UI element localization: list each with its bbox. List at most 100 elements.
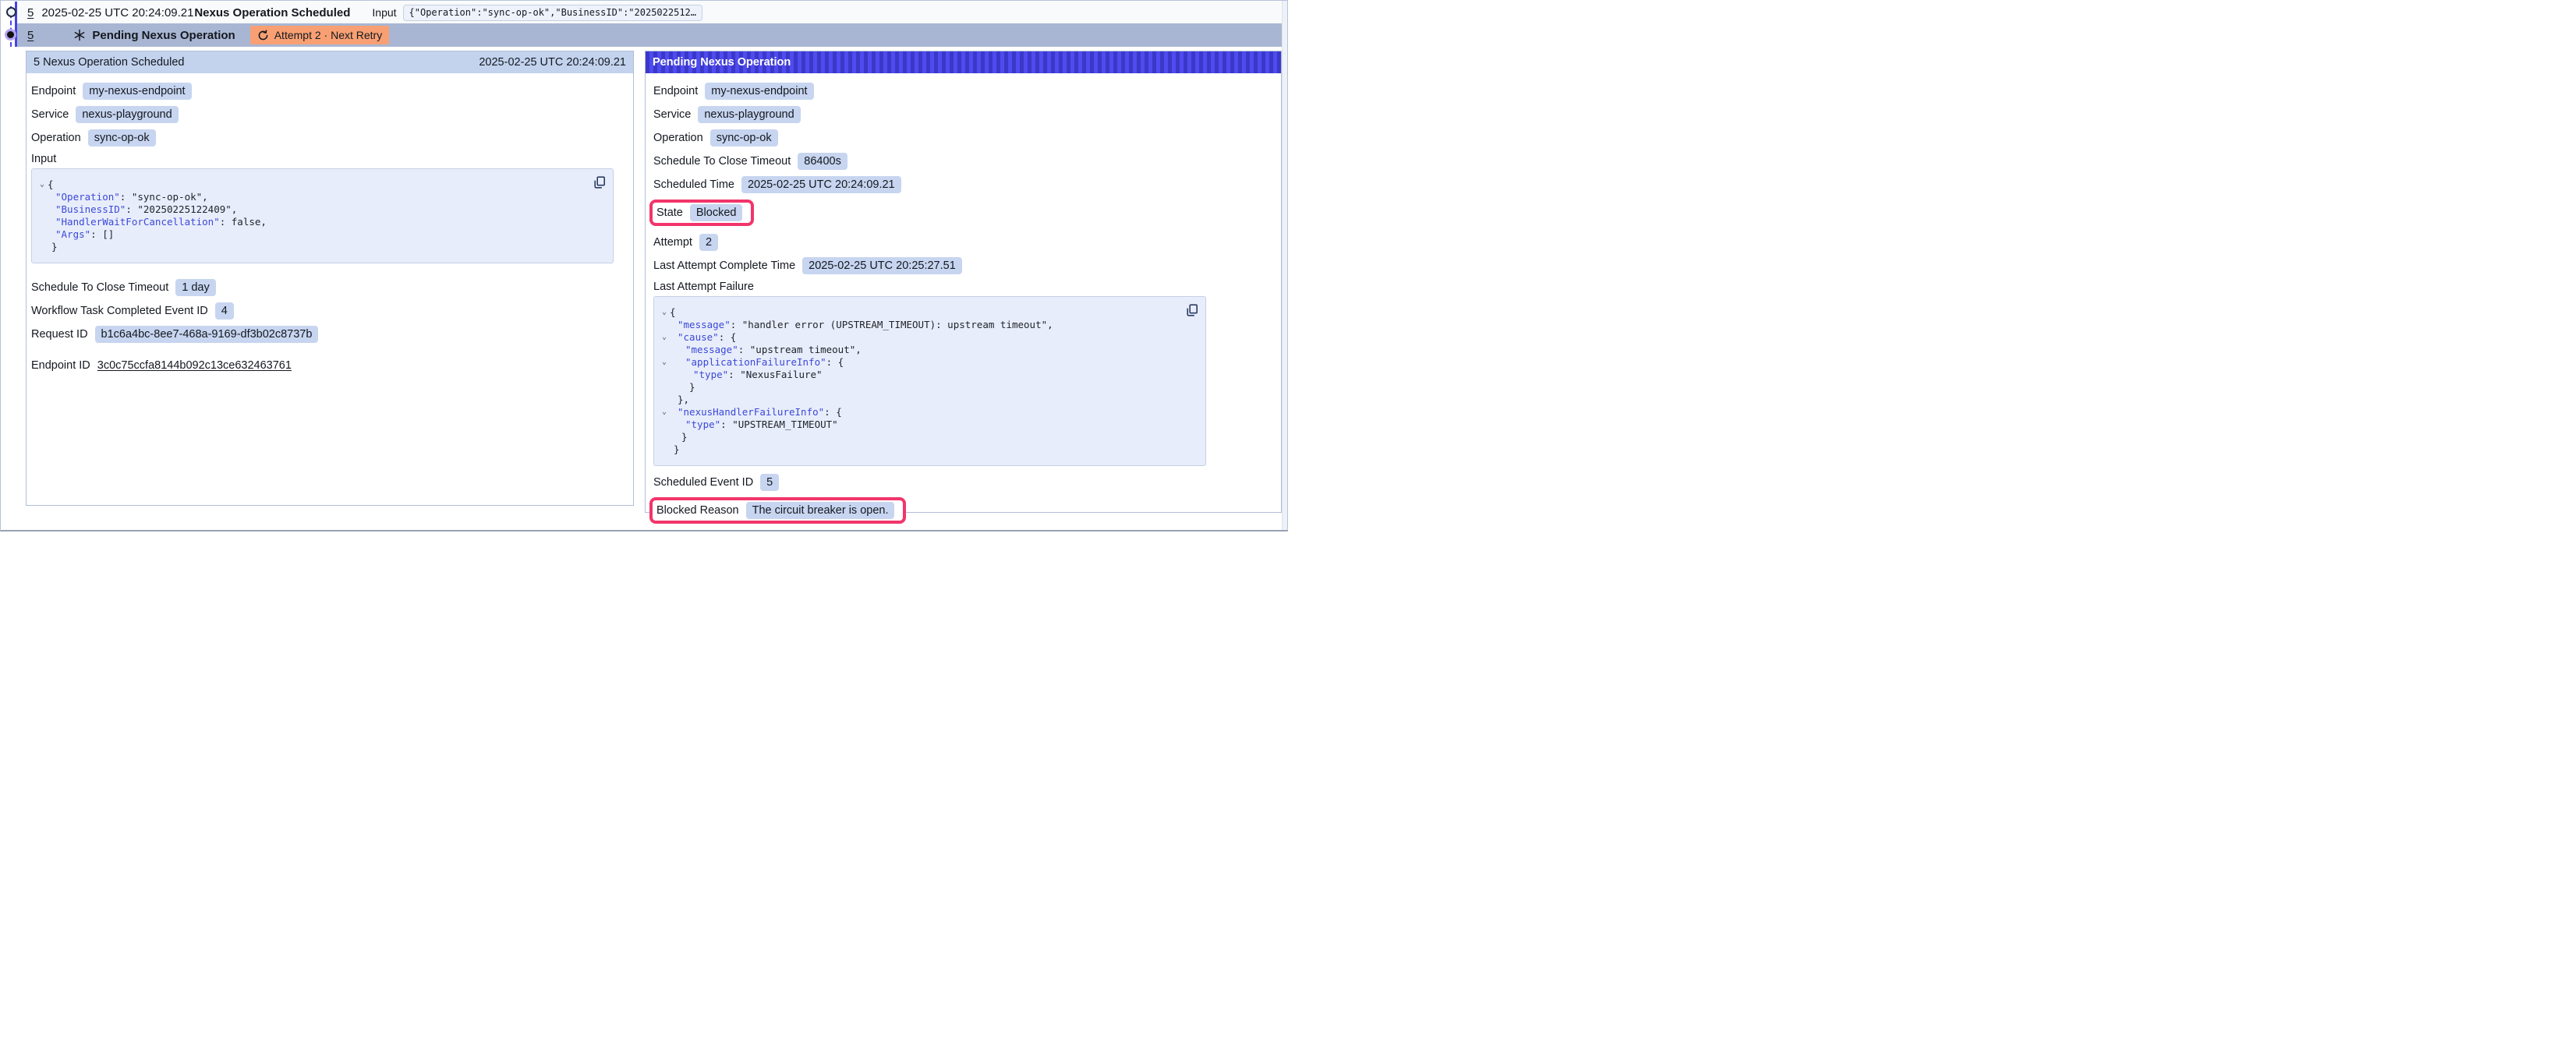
field-value-chip: sync-op-ok — [88, 129, 156, 147]
json-text: "cause": { — [670, 331, 736, 344]
event-id-link[interactable]: 5 — [27, 6, 34, 19]
field-row-last-attempt-complete-time: Last Attempt Complete Time 2025-02-25 UT… — [653, 257, 1274, 274]
json-text: }, — [670, 394, 689, 406]
field-row-schedule-to-close-timeout: Schedule To Close Timeout 1 day — [31, 279, 626, 296]
last-attempt-failure-label: Last Attempt Failure — [653, 281, 1274, 293]
field-value-chip: 1 day — [175, 279, 215, 296]
field-label: Schedule To Close Timeout — [31, 281, 168, 294]
json-line: ⌄"applicationFailureInfo": { — [659, 356, 1199, 369]
field-row-request-id: Request ID b1c6a4bc-8ee7-468a-9169-df3b0… — [31, 326, 626, 343]
event-row-scheduled[interactable]: 5 2025-02-25 UTC 20:24:09.21 Nexus Opera… — [17, 2, 1283, 23]
json-text: "BusinessID": "20250225122409", — [48, 203, 237, 216]
state-value-chip: Blocked — [690, 204, 743, 221]
json-lines: ⌄{"message": "handler error (UPSTREAM_TI… — [659, 306, 1199, 456]
event-timestamp: 2025-02-25 UTC 20:24:09.21 — [41, 6, 183, 19]
json-line: "Args": [] — [37, 228, 607, 241]
json-line: "HandlerWaitForCancellation": false, — [37, 216, 607, 228]
field-label: Last Attempt Complete Time — [653, 260, 795, 272]
json-text: { — [670, 306, 676, 319]
field-label: Service — [31, 108, 69, 121]
retry-badge-label: Attempt 2 · Next Retry — [274, 29, 382, 41]
collapse-chevron-icon[interactable]: ⌄ — [659, 306, 670, 319]
field-value-chip: my-nexus-endpoint — [83, 83, 191, 100]
field-label: Workflow Task Completed Event ID — [31, 305, 208, 317]
field-value-chip: 4 — [215, 302, 234, 320]
event-detail-panels: 5 Nexus Operation Scheduled 2025-02-25 U… — [26, 51, 1282, 513]
pending-panel-header: Pending Nexus Operation — [646, 51, 1281, 73]
field-label: Scheduled Event ID — [653, 476, 753, 489]
field-label: Blocked Reason — [656, 504, 739, 517]
field-row-service: Service nexus-playground — [653, 106, 1274, 123]
json-text: "Operation": "sync-op-ok", — [48, 191, 208, 203]
json-text: "type": "NexusFailure" — [670, 369, 823, 381]
field-row-scheduled-event-id: Scheduled Event ID 5 — [653, 474, 1274, 491]
field-value-chip: sync-op-ok — [710, 129, 778, 147]
json-text: } — [48, 241, 58, 253]
json-line: ⌄"cause": { — [659, 331, 1199, 344]
json-line: } — [659, 431, 1199, 443]
field-value-chip: 86400s — [798, 153, 847, 170]
collapse-chevron-icon[interactable]: ⌄ — [659, 331, 670, 344]
state-field-row: State Blocked — [653, 200, 1274, 226]
field-label: Endpoint ID — [31, 359, 90, 372]
json-text: "HandlerWaitForCancellation": false, — [48, 216, 267, 228]
field-label: Operation — [31, 132, 81, 144]
json-line: ⌄{ — [659, 306, 1199, 319]
collapse-chevron-icon[interactable]: ⌄ — [37, 178, 48, 191]
state-highlight-annotation: State Blocked — [649, 200, 754, 226]
json-line: "message": "handler error (UPSTREAM_TIME… — [659, 319, 1199, 331]
field-label: Service — [653, 108, 691, 121]
json-line: "type": "NexusFailure" — [659, 369, 1199, 381]
json-gutter — [37, 216, 48, 228]
workflow-event-history-page: 5 2025-02-25 UTC 20:24:09.21 Nexus Opera… — [0, 0, 1288, 532]
json-gutter — [659, 443, 670, 456]
scheduled-panel-title: 5 Nexus Operation Scheduled — [34, 56, 184, 69]
event-row-pending[interactable]: 5 Pending Nexus Operation Attempt 2 · Ne… — [17, 23, 1283, 47]
field-row-schedule-to-close-timeout: Schedule To Close Timeout 86400s — [653, 153, 1274, 170]
event-id-link[interactable]: 5 — [27, 29, 34, 42]
field-row-scheduled-time: Scheduled Time 2025-02-25 UTC 20:24:09.2… — [653, 176, 1274, 193]
pending-panel-body: Endpoint my-nexus-endpoint Service nexus… — [646, 73, 1281, 524]
event-input-preview-chip[interactable]: {"Operation":"sync-op-ok","BusinessID":"… — [403, 5, 702, 21]
json-gutter — [37, 228, 48, 241]
field-label: Scheduled Time — [653, 178, 734, 191]
field-value-chip: 5 — [760, 474, 779, 491]
json-gutter — [37, 241, 48, 253]
scheduled-panel-header: 5 Nexus Operation Scheduled 2025-02-25 U… — [27, 51, 633, 73]
json-line: } — [659, 443, 1199, 456]
blocked-reason-highlight-annotation: Blocked Reason The circuit breaker is op… — [649, 497, 906, 524]
field-label: Endpoint — [31, 85, 76, 97]
field-label: State — [656, 207, 683, 219]
field-label: Attempt — [653, 236, 692, 249]
scheduled-panel-body: Endpoint my-nexus-endpoint Service nexus… — [27, 73, 633, 374]
event-title: Nexus Operation Scheduled — [194, 6, 350, 19]
vertical-scrollbar[interactable] — [1282, 1, 1287, 530]
json-text: "nexusHandlerFailureInfo": { — [670, 406, 842, 418]
input-json-viewer: ⌄{"Operation": "sync-op-ok","BusinessID"… — [31, 168, 614, 263]
timeline-current-event-circle-icon — [7, 31, 14, 38]
json-gutter — [659, 319, 670, 331]
json-gutter — [37, 191, 48, 203]
copy-icon[interactable] — [1186, 304, 1198, 316]
json-line: "message": "upstream timeout", — [659, 344, 1199, 356]
field-label: Endpoint — [653, 85, 698, 97]
collapse-chevron-icon[interactable]: ⌄ — [659, 356, 670, 369]
copy-icon[interactable] — [593, 176, 606, 189]
json-line: } — [659, 381, 1199, 394]
json-text: "message": "handler error (UPSTREAM_TIME… — [670, 319, 1053, 331]
retry-status-badge: Attempt 2 · Next Retry — [250, 26, 389, 44]
field-label: Schedule To Close Timeout — [653, 155, 791, 168]
asterisk-icon — [73, 29, 86, 41]
field-value-chip: 2025-02-25 UTC 20:24:09.21 — [741, 176, 901, 193]
field-value-chip: nexus-playground — [698, 106, 800, 123]
json-line: "BusinessID": "20250225122409", — [37, 203, 607, 216]
json-text: } — [670, 381, 695, 394]
json-text: } — [670, 443, 680, 456]
json-text: } — [670, 431, 688, 443]
json-line: "Operation": "sync-op-ok", — [37, 191, 607, 203]
collapse-chevron-icon[interactable]: ⌄ — [659, 406, 670, 418]
field-row-endpoint: Endpoint my-nexus-endpoint — [653, 83, 1274, 100]
pending-operation-panel: Pending Nexus Operation Endpoint my-nexu… — [645, 51, 1282, 513]
endpoint-id-link[interactable]: 3c0c75ccfa8144b092c13ce632463761 — [97, 359, 292, 372]
json-gutter — [659, 369, 670, 381]
